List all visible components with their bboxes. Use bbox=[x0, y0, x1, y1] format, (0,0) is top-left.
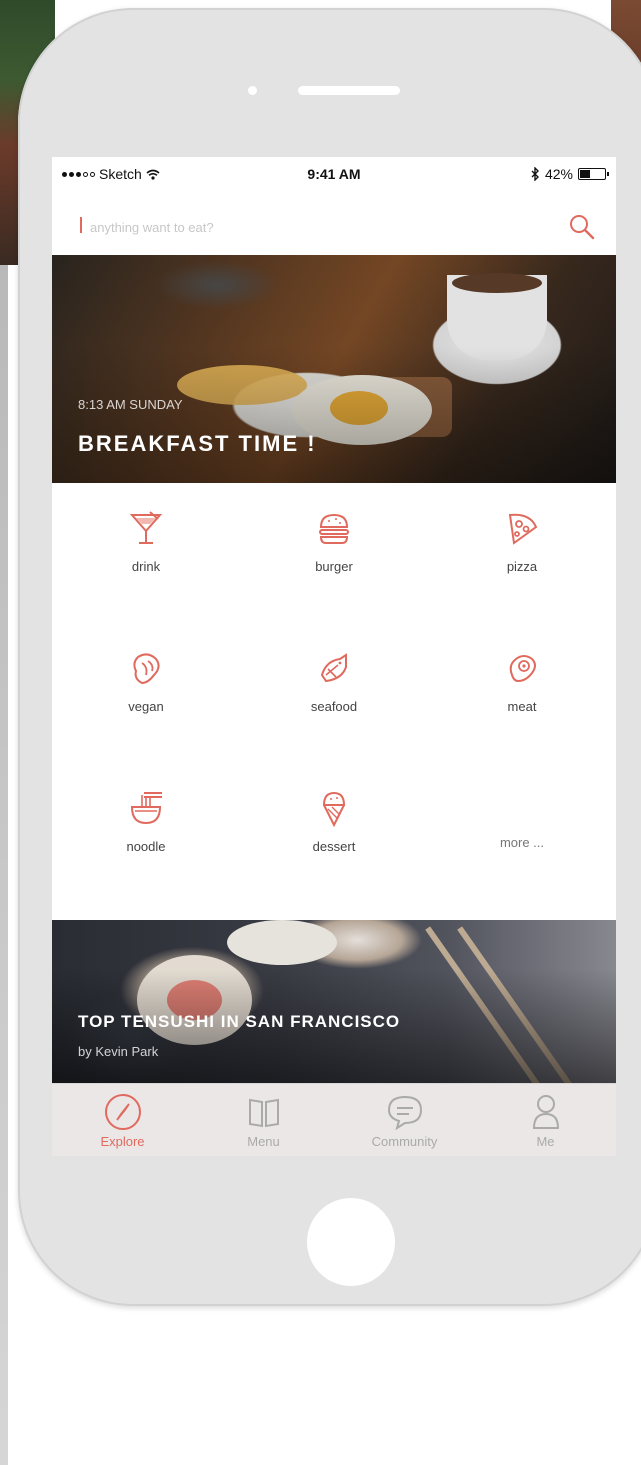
category-burger[interactable]: burger bbox=[240, 491, 428, 611]
chat-bubble-icon bbox=[387, 1095, 422, 1131]
bluetooth-icon bbox=[531, 167, 539, 181]
camera-dot bbox=[248, 86, 257, 95]
compass-icon bbox=[104, 1094, 141, 1130]
noodle-bowl-icon bbox=[130, 792, 162, 825]
search-icon[interactable] bbox=[568, 213, 596, 241]
battery-percent: 42% bbox=[544, 166, 573, 182]
meat-icon bbox=[509, 655, 536, 683]
category-label: seafood bbox=[310, 699, 358, 714]
cocktail-icon bbox=[129, 511, 163, 544]
category-label: vegan bbox=[128, 699, 164, 714]
fish-icon bbox=[320, 653, 347, 683]
background-strip-left bbox=[0, 265, 8, 1465]
category-label: pizza bbox=[506, 559, 538, 574]
status-bar: Sketch 9:41 AM 42% bbox=[52, 157, 616, 193]
pizza-icon bbox=[508, 513, 538, 545]
tab-bar: Explore Menu Community Me bbox=[52, 1083, 616, 1156]
category-label: noodle bbox=[126, 839, 166, 854]
hero-title: BREAKFAST TIME ! bbox=[78, 431, 317, 456]
user-icon bbox=[532, 1095, 559, 1129]
category-label: meat bbox=[507, 699, 537, 714]
search-input[interactable] bbox=[88, 213, 552, 241]
search-bar bbox=[52, 201, 616, 251]
category-label: dessert bbox=[312, 839, 356, 854]
tab-label: Menu bbox=[247, 1134, 280, 1149]
tab-me[interactable]: Me bbox=[475, 1084, 616, 1156]
hero-time: 8:13 AM SUNDAY bbox=[78, 397, 183, 412]
hero-banner[interactable]: 8:13 AM SUNDAY BREAKFAST TIME ! bbox=[52, 255, 616, 483]
ice-cream-icon bbox=[322, 791, 346, 828]
burger-icon bbox=[319, 513, 349, 544]
category-label: burger bbox=[315, 559, 353, 574]
category-more[interactable]: more ... bbox=[428, 771, 616, 891]
more-link[interactable]: more ... bbox=[500, 813, 544, 850]
tab-label: Explore bbox=[100, 1134, 145, 1149]
battery-icon bbox=[578, 168, 609, 180]
category-meat[interactable]: meat bbox=[428, 631, 616, 751]
text-cursor bbox=[80, 217, 82, 233]
home-button[interactable] bbox=[307, 1198, 395, 1286]
category-pizza[interactable]: pizza bbox=[428, 491, 616, 611]
category-dessert[interactable]: dessert bbox=[240, 771, 428, 891]
speaker-grille bbox=[298, 86, 400, 95]
tab-label: Community bbox=[371, 1134, 438, 1149]
tab-explore[interactable]: Explore bbox=[52, 1084, 193, 1156]
book-icon bbox=[248, 1098, 279, 1128]
category-seafood[interactable]: seafood bbox=[240, 631, 428, 751]
app-screen: Sketch 9:41 AM 42% anything want to eat?… bbox=[52, 157, 616, 1156]
category-noodle[interactable]: noodle bbox=[52, 771, 240, 891]
category-drink[interactable]: drink bbox=[52, 491, 240, 611]
featured-card[interactable]: TOP TENSUSHI IN SAN FRANCISCO by Kevin P… bbox=[52, 920, 616, 1083]
tab-menu[interactable]: Menu bbox=[193, 1084, 334, 1156]
status-right: 42% bbox=[531, 166, 609, 182]
featured-title: TOP TENSUSHI IN SAN FRANCISCO bbox=[78, 1012, 401, 1031]
featured-author: by Kevin Park bbox=[78, 1044, 159, 1059]
tab-label: Me bbox=[536, 1134, 555, 1149]
category-vegan[interactable]: vegan bbox=[52, 631, 240, 751]
category-label: drink bbox=[131, 559, 161, 574]
tab-community[interactable]: Community bbox=[334, 1084, 475, 1156]
vegan-icon bbox=[133, 653, 160, 685]
category-grid: drink burger pizza vegan seafood meat no… bbox=[52, 491, 616, 901]
